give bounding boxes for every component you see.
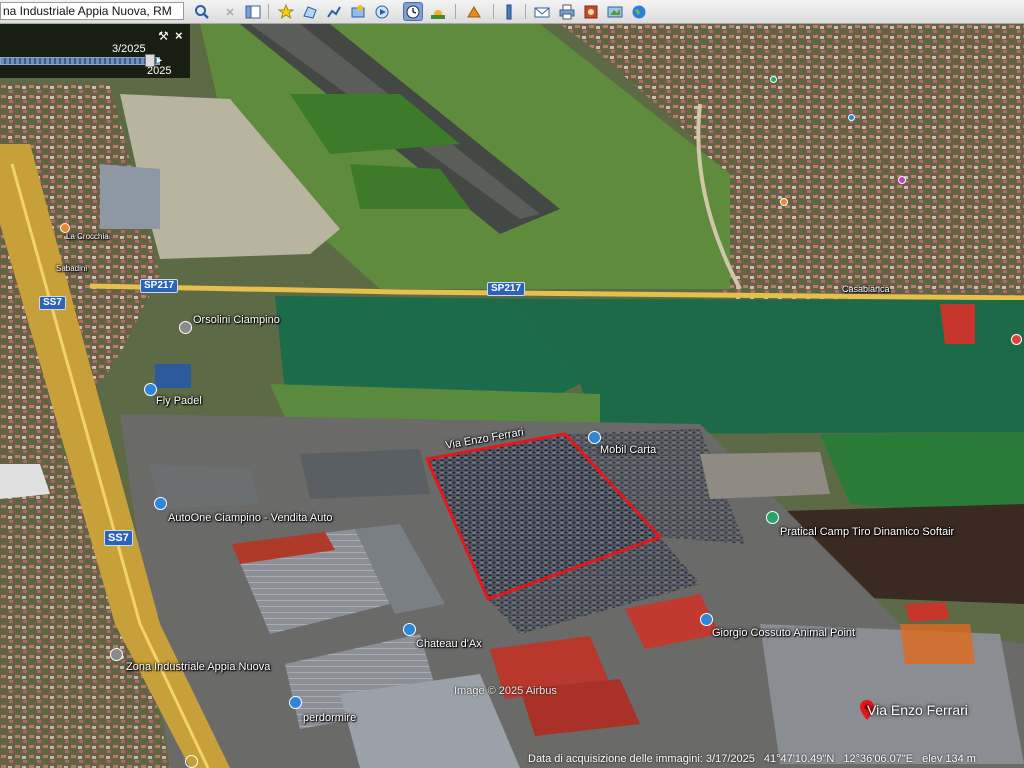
elevation: elev 134 m: [922, 753, 976, 765]
toolbar: [0, 0, 1024, 24]
hide-sidebar-icon[interactable]: [243, 2, 263, 21]
pratical-camp-pin-icon[interactable]: [766, 511, 779, 524]
search-input[interactable]: [0, 2, 184, 20]
mobil-carta-label[interactable]: Mobil Carta: [600, 444, 656, 456]
selected-location-label: Via Enzo Ferrari: [867, 702, 968, 718]
autoone-pin-icon[interactable]: [154, 497, 167, 510]
current-date-label: 3/2025: [112, 43, 146, 55]
overlay-icon[interactable]: [348, 2, 368, 21]
ss7-shield-upper: SS7: [39, 296, 66, 310]
orsolini-label[interactable]: Orsolini Ciampino: [193, 314, 280, 326]
latitude: 41°47'10.49"N: [763, 753, 835, 765]
close-icon[interactable]: ×: [175, 28, 183, 43]
placemark-icon[interactable]: [276, 2, 296, 21]
path-icon[interactable]: [324, 2, 344, 21]
maps-icon[interactable]: [605, 2, 625, 21]
chateau-pin-icon[interactable]: [403, 623, 416, 636]
earth-icon[interactable]: [629, 2, 649, 21]
map-view[interactable]: Via Enzo Ferrari SS7 SS7 SP217 SP217 Mob…: [0, 24, 1024, 768]
small-green-pin-icon[interactable]: [770, 76, 777, 83]
chateau-label[interactable]: Chateau d'Ax: [416, 638, 482, 650]
sabadini-label: Sabadini: [56, 264, 88, 273]
polygon-icon[interactable]: [300, 2, 320, 21]
mobil-carta-pin-icon[interactable]: [588, 431, 601, 444]
orsolini-pin-icon[interactable]: [179, 321, 192, 334]
sp217-shield-right: SP217: [487, 282, 526, 296]
giorgio-label[interactable]: Giorgio Cossuto Animal Point: [712, 627, 855, 639]
imagery-date: Data di acquisizione delle immagini: 3/1…: [528, 753, 755, 765]
range-end-label: 2025: [147, 65, 172, 77]
ss7-shield-lower: SS7: [104, 530, 133, 546]
timeline-slider-track[interactable]: [0, 57, 160, 65]
imagery-attribution: Image © 2025 Airbus: [454, 685, 557, 697]
orange-pin-icon[interactable]: [780, 198, 788, 206]
print-icon[interactable]: [557, 2, 577, 21]
sp217-shield-left: SP217: [140, 279, 179, 293]
perdormire-pin-icon[interactable]: [289, 696, 302, 709]
zona-industriale-pin-icon[interactable]: [110, 648, 123, 661]
ruler-icon[interactable]: [499, 2, 519, 21]
status-bar: Data di acquisizione delle immagini: 3/1…: [528, 750, 1024, 768]
small-blue-pin-icon[interactable]: [848, 114, 855, 121]
save-image-icon[interactable]: [581, 2, 601, 21]
red-pin-icon[interactable]: [1011, 334, 1022, 345]
tour-icon[interactable]: [372, 2, 392, 21]
historical-imagery-icon[interactable]: [403, 2, 423, 21]
la-crocchia-label: La Crocchia: [66, 232, 109, 241]
planets-icon[interactable]: [464, 2, 484, 21]
settings-wrench-icon[interactable]: ⚒: [158, 29, 169, 43]
pink-pin-icon[interactable]: [898, 176, 906, 184]
perdormire-label[interactable]: perdormire: [303, 712, 356, 724]
pratical-camp-label[interactable]: Pratical Camp Tiro Dinamico Softair: [780, 526, 954, 538]
clear-search-icon[interactable]: [220, 2, 240, 21]
email-icon[interactable]: [532, 2, 552, 21]
historical-imagery-timeline[interactable]: ⚒ × 3/2025 ▸ 2025: [0, 24, 190, 78]
longitude: 12°36'06.07"E: [843, 753, 914, 765]
zona-industriale-label[interactable]: Zona Industriale Appia Nuova: [126, 661, 270, 673]
bottom-pin-icon[interactable]: [185, 755, 198, 768]
search-icon[interactable]: [192, 2, 212, 21]
fly-padel-label[interactable]: Fly Padel: [156, 395, 202, 407]
autoone-label[interactable]: AutoOne Ciampino - Vendita Auto: [168, 512, 333, 524]
satellite-imagery: [0, 24, 1024, 768]
casabianca-label: Casabianca: [842, 284, 890, 294]
giorgio-pin-icon[interactable]: [700, 613, 713, 626]
sunlight-icon[interactable]: [428, 2, 448, 21]
